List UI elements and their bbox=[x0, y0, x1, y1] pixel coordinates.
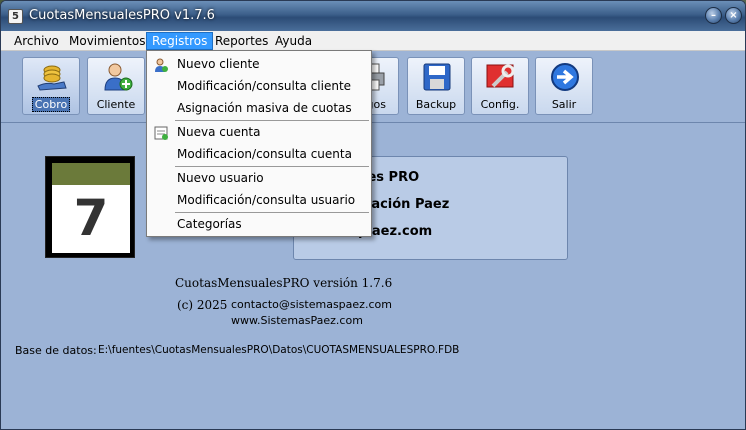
menu-modificacion-cliente[interactable]: Modificación/consulta cliente bbox=[177, 76, 351, 97]
menu-reportes[interactable]: Reportes bbox=[210, 32, 273, 50]
menu-modificacion-cuenta[interactable]: Modificacion/consulta cuenta bbox=[177, 144, 352, 165]
calendar-header bbox=[52, 163, 130, 185]
cliente-label: Cliente bbox=[96, 98, 136, 111]
website-link[interactable]: www.SistemasPaez.com bbox=[231, 314, 363, 327]
menu-separator bbox=[175, 166, 369, 167]
menu-separator bbox=[175, 212, 369, 213]
app-window: 5 CuotasMensualesPRO v1.7.6 – × Archivo … bbox=[0, 0, 746, 430]
menu-asignacion-masiva[interactable]: Asignación masiva de cuotas bbox=[177, 98, 352, 119]
floppy-disk-icon bbox=[423, 63, 451, 91]
title-bar[interactable]: 5 CuotasMensualesPRO v1.7.6 – × bbox=[1, 1, 745, 31]
config-button[interactable]: Config. bbox=[471, 57, 529, 115]
menu-nuevo-cliente[interactable]: Nuevo cliente bbox=[177, 54, 260, 75]
app-icon[interactable]: 5 bbox=[8, 9, 23, 24]
calendar-icon: 7 bbox=[52, 163, 130, 253]
menu-categorias[interactable]: Categorías bbox=[177, 214, 242, 235]
calendar-logo: 7 bbox=[45, 156, 135, 258]
calendar-number: 7 bbox=[73, 189, 109, 247]
menu-movimientos[interactable]: Movimientos bbox=[64, 32, 150, 50]
about-version: CuotasMensualesPRO versión 1.7.6 bbox=[175, 276, 393, 290]
menu-separator bbox=[175, 120, 369, 121]
menu-registros[interactable]: Registros bbox=[146, 32, 214, 50]
config-label: Config. bbox=[480, 98, 520, 111]
user-icon bbox=[155, 58, 168, 72]
about-copyright: (c) 2025 bbox=[177, 298, 228, 312]
cobro-button[interactable]: Cobro bbox=[22, 57, 80, 115]
cobro-label: Cobro bbox=[23, 97, 79, 112]
db-path: E:\fuentes\CuotasMensualesPRO\Datos\CUOT… bbox=[98, 344, 460, 356]
registros-dropdown: Nuevo cliente Modificación/consulta clie… bbox=[146, 50, 372, 237]
wrench-icon bbox=[486, 64, 515, 88]
main-content: 7 nsuales PRO aformación Paez masp aez.c… bbox=[1, 124, 745, 429]
close-button[interactable]: × bbox=[725, 7, 742, 24]
close-icon: × bbox=[729, 10, 738, 21]
toolbar: Cobro Cliente gos Backup Config. Salir bbox=[1, 51, 745, 123]
salir-label: Salir bbox=[551, 98, 577, 111]
salir-button[interactable]: Salir bbox=[535, 57, 593, 115]
minimize-button[interactable]: – bbox=[705, 7, 722, 24]
db-label: Base de datos: bbox=[15, 344, 97, 357]
menu-nuevo-usuario[interactable]: Nuevo usuario bbox=[177, 168, 264, 189]
menu-ayuda[interactable]: Ayuda bbox=[270, 32, 317, 50]
backup-label: Backup bbox=[415, 98, 457, 111]
contact-email[interactable]: contacto@sistemaspaez.com bbox=[231, 298, 392, 311]
backup-button[interactable]: Backup bbox=[407, 57, 465, 115]
window-title: CuotasMensualesPRO v1.7.6 bbox=[29, 8, 215, 23]
account-sheet-icon bbox=[154, 126, 168, 140]
coins-hand-icon bbox=[37, 65, 67, 91]
menu-nueva-cuenta[interactable]: Nueva cuenta bbox=[177, 122, 260, 143]
minimize-icon: – bbox=[711, 10, 716, 21]
menu-bar: Archivo Movimientos Registros Reportes A… bbox=[1, 31, 745, 51]
cliente-button[interactable]: Cliente bbox=[87, 57, 145, 115]
user-add-icon bbox=[104, 63, 133, 91]
menu-archivo[interactable]: Archivo bbox=[9, 32, 64, 50]
arrow-right-icon bbox=[551, 63, 579, 91]
menu-modificacion-usuario[interactable]: Modificación/consulta usuario bbox=[177, 190, 355, 211]
